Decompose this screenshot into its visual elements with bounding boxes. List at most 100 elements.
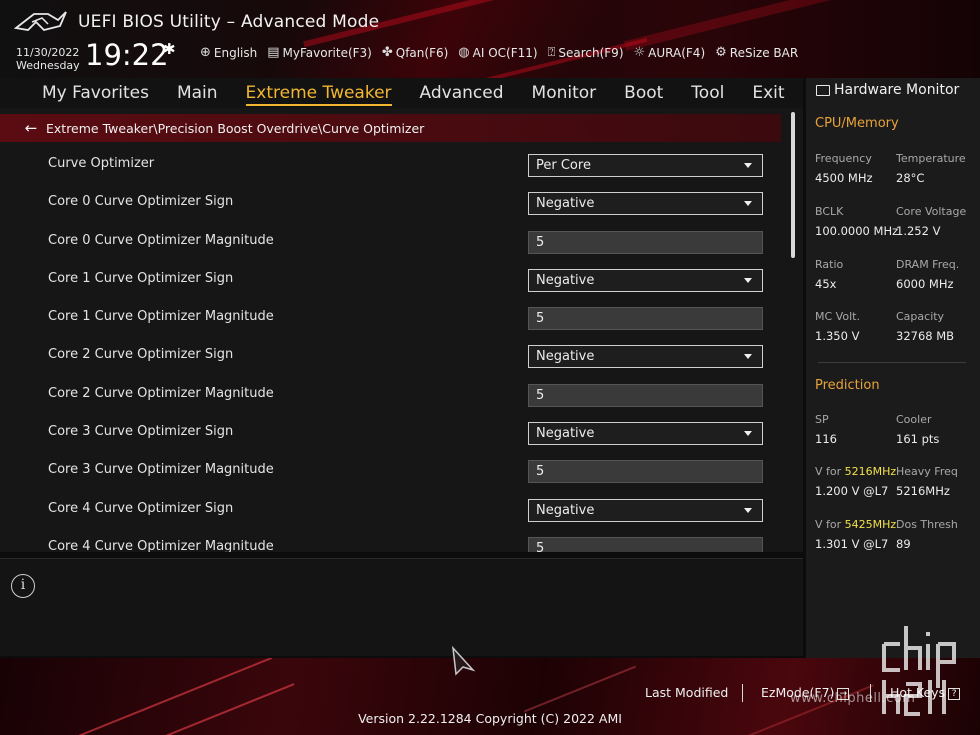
select-value: Negative [536,349,595,365]
rog-logo [14,11,67,31]
cooler-value: 161 pts [896,432,940,446]
myfavorite-button[interactable]: ▤ MyFavorite(F3) [267,45,372,60]
globe-icon: ⊕ [200,45,211,60]
frequency-value: 4500 MHz [815,171,873,185]
mouse-cursor-icon [452,646,476,676]
setting-row: Core 2 Curve Optimizer Magnitude 5 [0,376,781,414]
core2-magnitude-input[interactable]: 5 [528,383,763,407]
core1-magnitude-input[interactable]: 5 [528,307,763,331]
watermark-url: www.chiphell.com [790,691,916,706]
core0-sign-select[interactable]: Negative [528,192,763,216]
caret-down-icon [744,507,752,513]
footer-divider [742,684,743,702]
caret-down-icon [744,163,752,168]
last-modified-button[interactable]: Last Modified [645,685,728,700]
settings-list: Curve Optimizer Per Core Core 0 Curve Op… [0,146,781,552]
select-value: Negative [536,196,595,212]
caret-down-icon [744,201,752,207]
heavy-freq-value: 5216MHz [896,484,950,498]
v-for-value-1: 1.200 V @L7 [815,484,889,498]
setting-label: Core 0 Curve Optimizer Sign [48,194,234,210]
select-value: Negative [536,426,595,442]
setting-row: Core 4 Curve Optimizer Magnitude 5 [0,529,781,552]
favorite-icon: ▤ [267,45,280,60]
scrollbar[interactable] [791,112,795,258]
tab-exit[interactable]: Exit [738,79,798,107]
clock: 19:22 [85,38,169,72]
curve-optimizer-select[interactable]: Per Core [528,154,763,177]
caret-down-icon [744,277,752,283]
mc-volt-value: 1.350 V [815,329,860,343]
sp-label: SP [815,413,829,426]
ai-icon: ◍ [458,45,470,60]
core0-magnitude-input[interactable]: 5 [528,230,763,254]
tab-extreme-tweaker[interactable]: Extreme Tweaker [232,79,406,107]
frequency-label: Frequency [815,152,872,165]
tab-advanced[interactable]: Advanced [406,79,518,107]
setting-label: Core 1 Curve Optimizer Sign [48,270,234,286]
qfan-button[interactable]: ✤ Qfan(F6) [382,45,448,60]
setting-row: Core 0 Curve Optimizer Magnitude 5 [0,223,781,261]
v-for-text: V for [815,465,842,478]
dos-thresh-label: Dos Thresh [896,518,958,531]
core3-sign-select[interactable]: Negative [528,422,763,446]
mc-volt-label: MC Volt. [815,310,860,323]
core-voltage-value: 1.252 V [896,224,941,238]
main-tabs: My Favorites Main Extreme Tweaker Advanc… [0,78,803,108]
hardware-monitor-title: Hardware Monitor [816,82,959,98]
resize-bar-button[interactable]: ⚙ ReSize BAR [715,45,798,60]
header-bar: UEFI BIOS Utility – Advanced Mode 11/30/… [0,0,980,78]
sp-value: 116 [815,432,837,446]
back-arrow-icon[interactable]: ← [16,119,46,137]
language-button[interactable]: ⊕ English [200,45,257,60]
core1-sign-select[interactable]: Negative [528,268,763,292]
myfavorite-label: MyFavorite(F3) [282,45,372,60]
ratio-label: Ratio [815,258,844,271]
prediction-heading: Prediction [815,378,880,393]
app-title: UEFI BIOS Utility – Advanced Mode [78,12,380,32]
setting-row: Core 1 Curve Optimizer Sign Negative [0,261,781,299]
setting-row: Core 3 Curve Optimizer Sign Negative [0,414,781,452]
v-for-freq-1: 5216MHz [844,465,897,478]
search-button[interactable]: ⍰ Search(F9) [548,45,624,60]
gear-icon[interactable]: ✱ [163,40,176,58]
core2-sign-select[interactable]: Negative [528,345,763,369]
hardware-monitor-label: Hardware Monitor [834,82,960,98]
qfan-label: Qfan(F6) [395,45,449,60]
date-text: 11/30/2022 [16,46,80,59]
select-value: Per Core [536,158,591,173]
core3-magnitude-input[interactable]: 5 [528,460,763,484]
ai-oc-button[interactable]: ◍ AI OC(F11) [458,45,537,60]
select-value: Negative [536,502,595,518]
temperature-label: Temperature [896,152,966,165]
core4-sign-select[interactable]: Negative [528,498,763,522]
tab-my-favorites[interactable]: My Favorites [0,79,163,107]
setting-label: Core 2 Curve Optimizer Magnitude [48,385,274,401]
setting-label: Core 3 Curve Optimizer Magnitude [48,462,274,478]
language-label: English [213,45,258,60]
bclk-value: 100.0000 MHz [815,224,899,238]
dram-freq-value: 6000 MHz [896,277,954,291]
v-for-freq-2: 5425MHz [844,518,897,531]
tab-boot[interactable]: Boot [610,79,677,107]
bclk-label: BCLK [815,205,844,218]
setting-label: Core 4 Curve Optimizer Sign [48,500,234,516]
caret-down-icon [744,354,752,360]
aura-icon: ☼ [633,45,646,60]
core4-magnitude-input[interactable]: 5 [528,536,763,552]
setting-label: Core 1 Curve Optimizer Magnitude [48,309,274,325]
monitor-icon [816,84,830,96]
resize-bar-icon: ⚙ [715,45,727,60]
setting-row: Core 0 Curve Optimizer Sign Negative [0,184,781,222]
tab-tool[interactable]: Tool [677,79,738,107]
select-value: Negative [536,272,595,288]
aura-button[interactable]: ☼ AURA(F4) [634,45,706,60]
tab-main[interactable]: Main [163,79,232,107]
ai-oc-label: AI OC(F11) [472,45,538,60]
tab-monitor[interactable]: Monitor [518,79,611,107]
dram-freq-label: DRAM Freq. [896,258,960,271]
setting-label: Curve Optimizer [48,156,155,171]
heavy-freq-label: Heavy Freq [896,465,958,478]
setting-label: Core 4 Curve Optimizer Magnitude [48,538,274,552]
fan-icon: ✤ [381,45,393,60]
